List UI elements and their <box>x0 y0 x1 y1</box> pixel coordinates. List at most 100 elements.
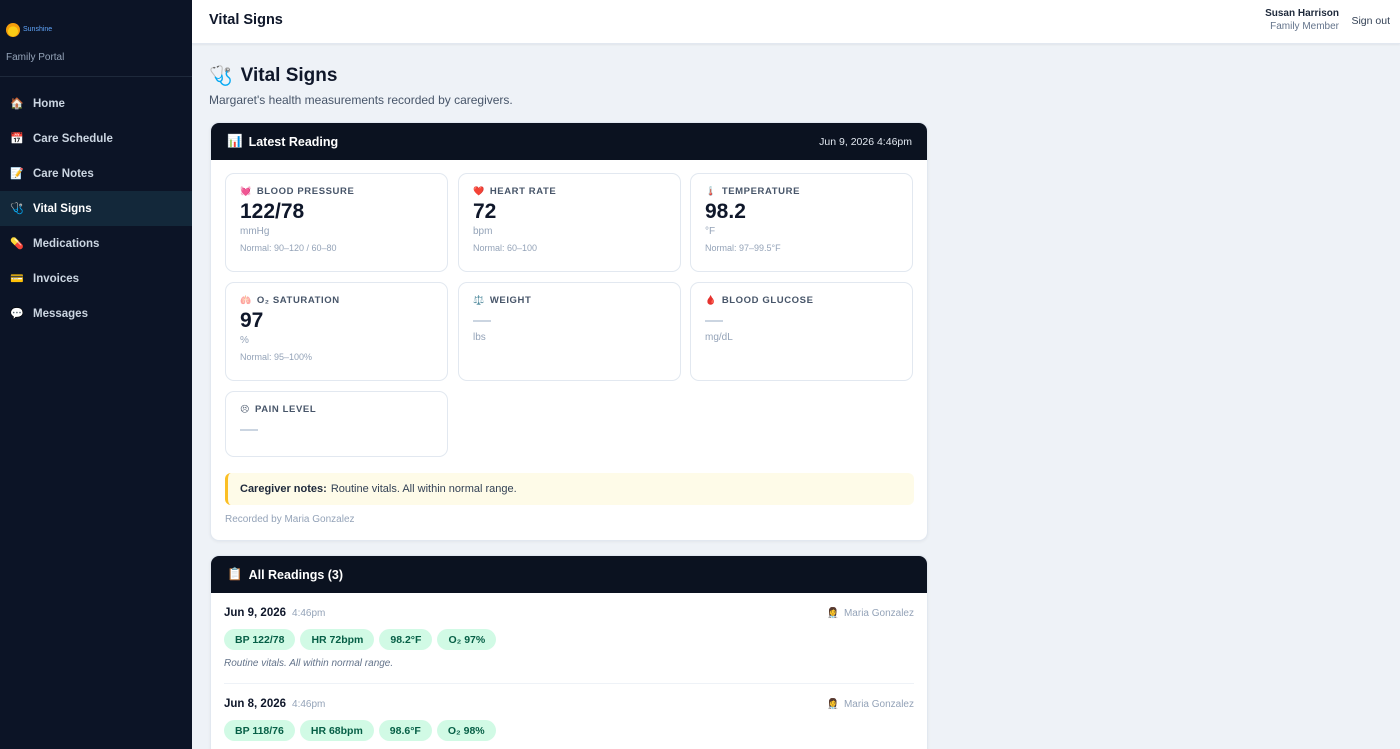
page-subtitle: Margaret's health measurements recorded … <box>209 93 513 107</box>
vital-temperature: 🌡️ TEMPERATURE 98.2 °F Normal: 97–99.5°F <box>690 173 913 272</box>
sign-out-link[interactable]: Sign out <box>1351 15 1390 27</box>
reading-chips: BP 122/78 HR 72bpm 98.2°F O₂ 97% <box>224 629 914 650</box>
topbar-title: Vital Signs <box>209 12 283 28</box>
all-readings-card: 📋 All Readings (3) Jun 9, 2026 4:46pm 👩‍⚕… <box>210 555 928 749</box>
sidebar-item-messages[interactable]: 💬 Messages <box>0 296 192 331</box>
vital-label-text: PAIN LEVEL <box>254 404 317 415</box>
reading-row[interactable]: Jun 9, 2026 4:46pm 👩‍⚕️ Maria Gonzalez BP … <box>211 593 927 683</box>
portal-label: Family Portal <box>6 52 65 63</box>
sidebar-item-invoices[interactable]: 💳 Invoices <box>0 261 192 296</box>
reading-date: Jun 9, 2026 4:46pm <box>224 607 325 619</box>
vital-label: 🫁 O₂ SATURATION <box>240 295 433 306</box>
vital-unit: lbs <box>473 332 486 343</box>
vital-label-text: BLOOD PRESSURE <box>256 186 355 197</box>
vital-label-text: HEART RATE <box>489 186 557 197</box>
vital-normal-range: Normal: 97–99.5°F <box>705 243 781 253</box>
vital-weight: ⚖️ WEIGHT lbs <box>458 282 681 381</box>
sidebar-item-care-schedule[interactable]: 📅 Care Schedule <box>0 121 192 156</box>
all-readings-title: 📋 All Readings (3) <box>227 567 343 582</box>
vital-label: 🩸 BLOOD GLUCOSE <box>705 295 898 306</box>
stethoscope-icon: 🩺 <box>10 203 24 215</box>
sun-logo-icon <box>6 23 20 37</box>
notes-icon: 📝 <box>10 168 24 180</box>
sidebar-item-label: Invoices <box>33 272 80 285</box>
empty-value-dash <box>240 429 258 431</box>
temperature-chip: 98.2°F <box>379 629 433 650</box>
sidebar-item-label: Messages <box>33 307 88 320</box>
sidebar-item-medications[interactable]: 💊 Medications <box>0 226 192 261</box>
user-role: Family Member <box>1270 21 1339 32</box>
vital-label-text: TEMPERATURE <box>721 186 801 197</box>
sidebar-item-label: Care Notes <box>33 167 94 180</box>
sidebar-item-care-notes[interactable]: 📝 Care Notes <box>0 156 192 191</box>
vital-unit: bpm <box>473 226 493 237</box>
logo[interactable]: Sunshine <box>6 20 186 40</box>
calendar-icon: 📅 <box>10 133 24 145</box>
vital-unit: mg/dL <box>705 332 733 343</box>
latest-reading-header: 📊 Latest Reading Jun 9, 2026 4:46pm <box>211 123 927 160</box>
vital-label: 🌡️ TEMPERATURE <box>705 186 898 197</box>
thermometer-icon: 🌡️ <box>705 186 717 196</box>
hr-chip: HR 72bpm <box>300 629 375 650</box>
o2-chip: O₂ 97% <box>437 629 497 650</box>
sidebar-item-vital-signs[interactable]: 🩺 Vital Signs <box>0 191 192 226</box>
vital-label-text: WEIGHT <box>489 295 532 306</box>
caregiver-notes-text: Routine vitals. All within normal range. <box>330 483 517 495</box>
vital-normal-range: Normal: 90–120 / 60–80 <box>240 243 337 253</box>
topbar: Vital Signs Susan Harrison Family Member… <box>192 0 1400 44</box>
vital-label-text: BLOOD GLUCOSE <box>721 295 814 306</box>
vital-o2-saturation: 🫁 O₂ SATURATION 97 % Normal: 95–100% <box>225 282 448 381</box>
reading-caregiver: 👩‍⚕️ Maria Gonzalez <box>827 608 914 619</box>
lungs-icon: 🫁 <box>240 295 252 305</box>
vital-normal-range: Normal: 60–100 <box>473 243 538 253</box>
reading-meta: Jun 8, 2026 4:46pm 👩‍⚕️ Maria Gonzalez <box>224 694 914 714</box>
clipboard-icon: 📋 <box>227 567 243 581</box>
vital-unit: % <box>240 335 249 346</box>
caregiver-notes: Caregiver notes: Routine vitals. All wit… <box>225 473 914 505</box>
recorded-by: Recorded by Maria Gonzalez <box>225 514 355 525</box>
vital-value: 97 <box>240 309 264 332</box>
vital-pain-level: 😣 PAIN LEVEL <box>225 391 448 457</box>
speech-bubble-icon: 💬 <box>10 308 24 320</box>
vital-label-text: O₂ SATURATION <box>256 295 340 306</box>
sidebar-item-home[interactable]: 🏠 Home <box>0 86 192 121</box>
page-header: 🩺 Vital Signs Margaret's health measurem… <box>209 64 513 107</box>
o2-chip: O₂ 98% <box>436 720 496 741</box>
reading-chips: BP 118/76 HR 68bpm 98.6°F O₂ 98% <box>224 720 914 741</box>
vital-label: 😣 PAIN LEVEL <box>240 404 433 415</box>
reading-row[interactable]: Jun 8, 2026 4:46pm 👩‍⚕️ Maria Gonzalez BP … <box>224 683 914 741</box>
pill-icon: 💊 <box>10 238 24 250</box>
scale-icon: ⚖️ <box>473 295 485 305</box>
vital-value: 72 <box>473 200 497 223</box>
blood-drop-icon: 🩸 <box>705 295 717 305</box>
caregiver-name: Maria Gonzalez <box>843 698 914 710</box>
vital-unit: mmHg <box>240 226 270 237</box>
reading-note: Routine vitals. All within normal range. <box>224 658 394 669</box>
empty-value-dash <box>705 320 723 322</box>
vital-label: ⚖️ WEIGHT <box>473 295 666 306</box>
reading-time: 4:46pm <box>292 608 326 619</box>
heartbeat-icon: 💓 <box>240 186 252 196</box>
heart-icon: ❤️ <box>473 186 485 196</box>
caregiver-name: Maria Gonzalez <box>843 607 914 619</box>
brand: Sunshine Family Portal <box>0 0 192 77</box>
all-readings-title-text: All Readings (3) <box>248 567 344 582</box>
reading-date: Jun 8, 2026 4:46pm <box>224 698 325 710</box>
bar-chart-icon: 📊 <box>227 134 243 148</box>
reading-caregiver: 👩‍⚕️ Maria Gonzalez <box>827 699 914 710</box>
reading-date-text: Jun 9, 2026 <box>224 607 287 619</box>
stethoscope-icon: 🩺 <box>209 66 233 87</box>
empty-value-dash <box>473 320 491 322</box>
sidebar-nav: 🏠 Home 📅 Care Schedule 📝 Care Notes 🩺 Vi… <box>0 86 192 331</box>
vital-unit: °F <box>705 226 716 237</box>
vital-heart-rate: ❤️ HEART RATE 72 bpm Normal: 60–100 <box>458 173 681 272</box>
reading-time: 4:46pm <box>292 699 326 710</box>
all-readings-header: 📋 All Readings (3) <box>211 556 927 593</box>
sidebar-item-label: Vital Signs <box>33 202 92 215</box>
sidebar: Sunshine Family Portal 🏠 Home 📅 Care Sch… <box>0 0 192 749</box>
user-name: Susan Harrison <box>1265 8 1339 19</box>
vital-value: 98.2 <box>705 200 746 223</box>
sidebar-item-label: Home <box>33 97 65 110</box>
temperature-chip: 98.6°F <box>378 720 432 741</box>
vital-label: ❤️ HEART RATE <box>473 186 666 197</box>
